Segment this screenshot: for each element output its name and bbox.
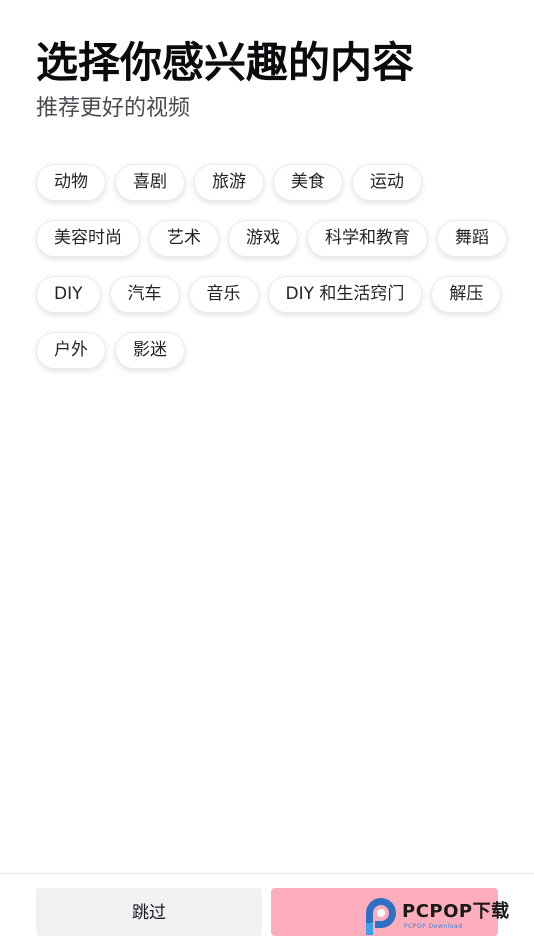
interest-tag-diy-life-hacks[interactable]: DIY 和生活窍门: [267, 276, 423, 313]
interest-tag-satisfying[interactable]: 解压: [431, 276, 502, 313]
page-title: 选择你感兴趣的内容: [36, 38, 415, 87]
interest-tag-gaming[interactable]: 游戏: [228, 220, 298, 257]
interest-tag-animals[interactable]: 动物: [36, 164, 106, 201]
interest-tag-cars[interactable]: 汽车: [109, 276, 180, 313]
interest-tag-comedy[interactable]: 喜剧: [115, 164, 185, 201]
interest-tag-sports[interactable]: 运动: [352, 164, 422, 201]
tag-row: 动物 喜剧 旅游 美食 运动: [36, 164, 506, 201]
bottom-action-bar: 跳过: [0, 873, 534, 951]
tag-row: 美容时尚 艺术 游戏 科学和教育 舞蹈: [36, 220, 507, 257]
interest-tag-music[interactable]: 音乐: [188, 276, 259, 313]
interest-tag-diy[interactable]: DIY: [36, 276, 101, 313]
skip-button[interactable]: 跳过: [36, 888, 262, 936]
interest-tag-outdoors[interactable]: 户外: [36, 332, 106, 369]
page-subtitle: 推荐更好的视频: [36, 96, 191, 121]
tag-row: 户外 影迷: [36, 332, 506, 369]
interest-tag-travel[interactable]: 旅游: [194, 164, 264, 201]
interest-tag-film-fans[interactable]: 影迷: [115, 332, 185, 369]
confirm-button[interactable]: [271, 888, 498, 936]
interest-tag-art[interactable]: 艺术: [149, 220, 219, 257]
interest-tag-beauty-fashion[interactable]: 美容时尚: [36, 220, 140, 257]
tag-row: DIY 汽车 音乐 DIY 和生活窍门 解压: [36, 276, 506, 313]
interest-tag-food[interactable]: 美食: [273, 164, 343, 201]
interest-tag-dance[interactable]: 舞蹈: [437, 220, 507, 257]
interest-tag-science-education[interactable]: 科学和教育: [307, 220, 428, 257]
interest-tag-list: 动物 喜剧 旅游 美食 运动 美容时尚 艺术 游戏 科学和教育 舞蹈 DIY 汽…: [36, 164, 507, 369]
